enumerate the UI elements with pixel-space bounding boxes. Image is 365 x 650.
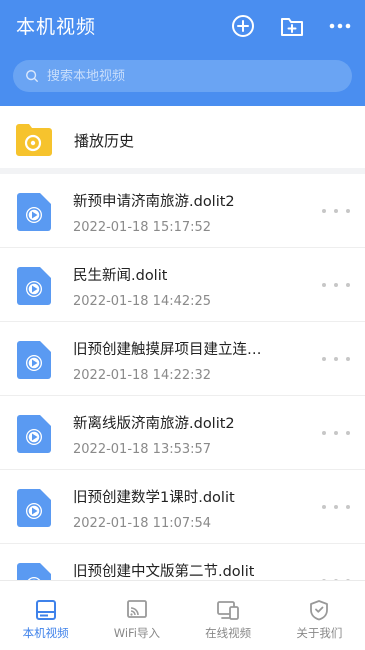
tab-label: WiFi导入 <box>113 626 161 640</box>
play-history-label: 播放历史 <box>74 132 135 150</box>
plus-circle-icon[interactable] <box>229 12 257 40</box>
tab-local-video[interactable]: 本机视频 <box>0 581 91 650</box>
video-row[interactable]: 旧预创建中文版第二节.dolit <box>0 544 365 580</box>
more-options-icon[interactable] <box>322 352 350 366</box>
tab-wifi-import[interactable]: WiFi导入 <box>91 581 182 650</box>
more-options-icon[interactable] <box>322 500 350 514</box>
play-history-entry[interactable]: 播放历史 <box>0 106 365 174</box>
video-file-icon <box>17 341 51 379</box>
drive-icon <box>35 600 56 620</box>
page-title: 本机视频 <box>16 16 97 38</box>
video-row[interactable]: 民生新闻.dolit 2022-01-18 14:42:25 <box>0 248 365 322</box>
tab-online-video[interactable]: 在线视频 <box>183 581 274 650</box>
more-options-icon[interactable] <box>322 204 350 218</box>
video-row[interactable]: 新预申请济南旅游.dolit2 2022-01-18 15:17:52 <box>0 174 365 248</box>
video-file-icon <box>17 193 51 231</box>
search-icon <box>26 70 38 82</box>
video-title: 旧预创建数学1课时.dolit <box>73 490 235 506</box>
more-horizontal-icon[interactable] <box>326 12 354 40</box>
video-date: 2022-01-18 15:17:52 <box>73 220 212 235</box>
video-title: 民生新闻.dolit <box>73 268 168 284</box>
video-title: 新离线版济南旅游.dolit2 <box>73 416 235 432</box>
tab-label: 本机视频 <box>22 626 69 640</box>
video-date: 2022-01-18 14:22:32 <box>73 368 212 383</box>
app-header: 本机视频 <box>0 0 365 106</box>
devices-icon <box>217 601 240 620</box>
cast-icon <box>126 600 147 618</box>
video-list: 新预申请济南旅游.dolit2 2022-01-18 15:17:52 民生新闻… <box>0 174 365 580</box>
video-row[interactable]: 新离线版济南旅游.dolit2 2022-01-18 13:53:57 <box>0 396 365 470</box>
video-row[interactable]: 旧预创建触摸屏项目建立连… 2022-01-18 14:22:32 <box>0 322 365 396</box>
video-date: 2022-01-18 11:07:54 <box>73 516 212 531</box>
tab-label: 关于我们 <box>296 626 343 640</box>
more-options-icon[interactable] <box>322 278 350 292</box>
video-title: 新预申请济南旅游.dolit2 <box>73 194 235 210</box>
video-date: 2022-01-18 13:53:57 <box>73 442 212 457</box>
video-file-icon <box>17 489 51 527</box>
bottom-tab-bar: 本机视频 WiFi导入 在线视频 关于我们 <box>0 580 365 650</box>
tab-about-us[interactable]: 关于我们 <box>274 581 365 650</box>
video-title: 旧预创建中文版第二节.dolit <box>73 564 255 580</box>
video-row[interactable]: 旧预创建数学1课时.dolit 2022-01-18 11:07:54 <box>0 470 365 544</box>
shield-icon <box>310 600 329 621</box>
video-date: 2022-01-18 14:42:25 <box>73 294 212 309</box>
video-file-icon <box>17 415 51 453</box>
more-options-icon[interactable] <box>322 426 350 440</box>
tab-label: 在线视频 <box>205 626 252 640</box>
folder-history-icon <box>16 124 52 156</box>
search-input[interactable] <box>47 68 327 84</box>
video-file-icon <box>17 267 51 305</box>
folder-add-icon[interactable] <box>278 12 306 40</box>
search-bar[interactable] <box>13 60 352 92</box>
video-file-icon <box>17 563 51 580</box>
video-title: 旧预创建触摸屏项目建立连… <box>73 342 262 358</box>
